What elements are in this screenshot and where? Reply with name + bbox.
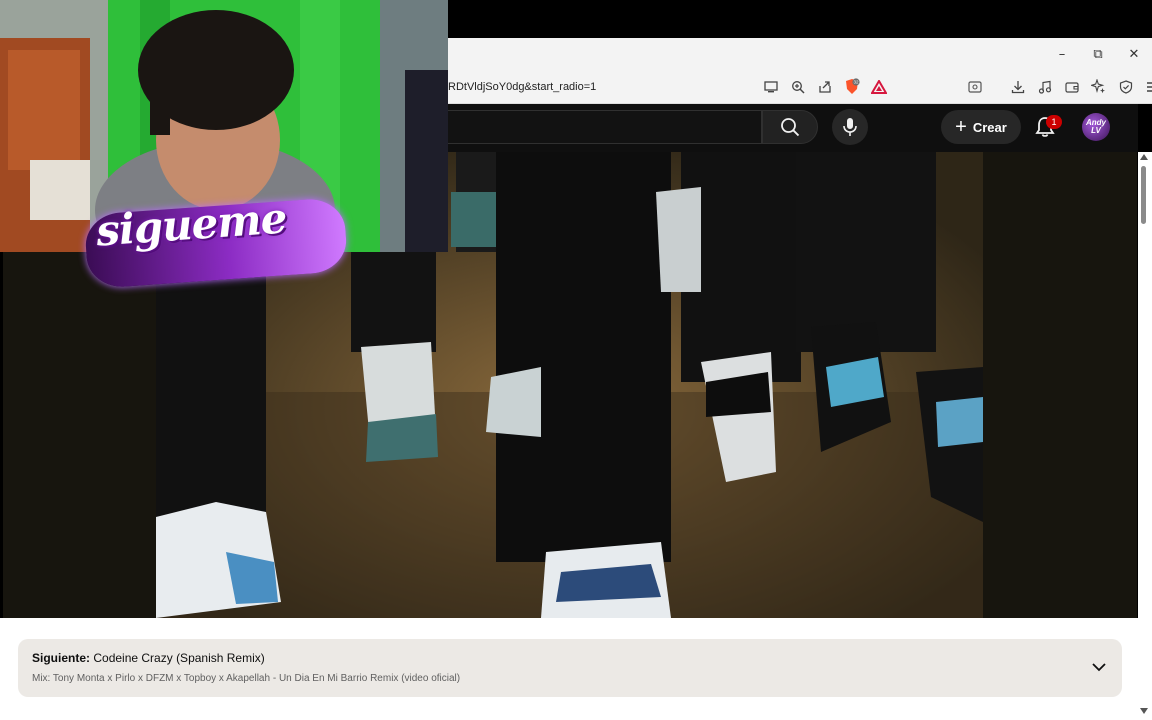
search-input[interactable] bbox=[448, 110, 762, 144]
download-icon[interactable] bbox=[1007, 76, 1028, 97]
rewards-icon[interactable] bbox=[868, 76, 889, 97]
window-controls: – ⧉ ✕ bbox=[1044, 38, 1152, 70]
screen: – ⧉ ✕ RDtVldjSoY0dg&start_radio=1 32 + C… bbox=[0, 0, 1152, 720]
up-next-video-title: Codeine Crazy (Spanish Remix) bbox=[93, 651, 265, 665]
zoom-icon[interactable] bbox=[787, 76, 808, 97]
leo-icon[interactable] bbox=[1088, 76, 1109, 97]
up-next-panel[interactable] bbox=[18, 639, 1122, 697]
shield-badge: 32 bbox=[853, 79, 859, 84]
minimize-button[interactable]: – bbox=[1044, 38, 1080, 70]
wallet-icon[interactable] bbox=[1061, 76, 1082, 97]
mic-icon bbox=[843, 118, 857, 136]
up-next-label: Siguiente: bbox=[32, 651, 91, 665]
create-button[interactable]: + Crear bbox=[941, 110, 1021, 144]
reader-icon[interactable] bbox=[964, 76, 985, 97]
playlist-title: Mix: Tony Monta x Pirlo x DFZM x Topboy … bbox=[32, 673, 461, 684]
scroll-up-arrow[interactable] bbox=[1140, 154, 1148, 160]
music-icon[interactable] bbox=[1034, 76, 1055, 97]
up-next-title: Siguiente: Codeine Crazy (Spanish Remix) bbox=[32, 650, 265, 666]
avatar[interactable]: Andy LV bbox=[1082, 113, 1110, 141]
search-button[interactable] bbox=[762, 110, 818, 144]
search-icon bbox=[781, 118, 800, 137]
url-text[interactable]: RDtVldjSoY0dg&start_radio=1 bbox=[448, 78, 596, 96]
create-label: Crear bbox=[972, 119, 1007, 135]
close-button[interactable]: ✕ bbox=[1116, 38, 1152, 70]
scroll-down-arrow[interactable] bbox=[1140, 708, 1148, 714]
page-scrollbar[interactable] bbox=[1138, 152, 1152, 720]
restore-button[interactable]: ⧉ bbox=[1080, 38, 1116, 70]
plus-icon: + bbox=[955, 116, 967, 138]
brave-shield-icon[interactable]: 32 bbox=[841, 76, 862, 97]
voice-search-button[interactable] bbox=[832, 109, 868, 145]
menu-icon[interactable] bbox=[1142, 76, 1152, 97]
scroll-thumb[interactable] bbox=[1141, 166, 1146, 224]
share-icon[interactable] bbox=[814, 76, 835, 97]
toolbar-icons bbox=[964, 76, 1152, 97]
notification-badge: 1 bbox=[1046, 115, 1062, 129]
cast-icon[interactable] bbox=[760, 76, 781, 97]
chevron-down-icon[interactable] bbox=[1090, 658, 1108, 676]
vpn-icon[interactable] bbox=[1115, 76, 1136, 97]
url-icons: 32 bbox=[760, 76, 889, 97]
